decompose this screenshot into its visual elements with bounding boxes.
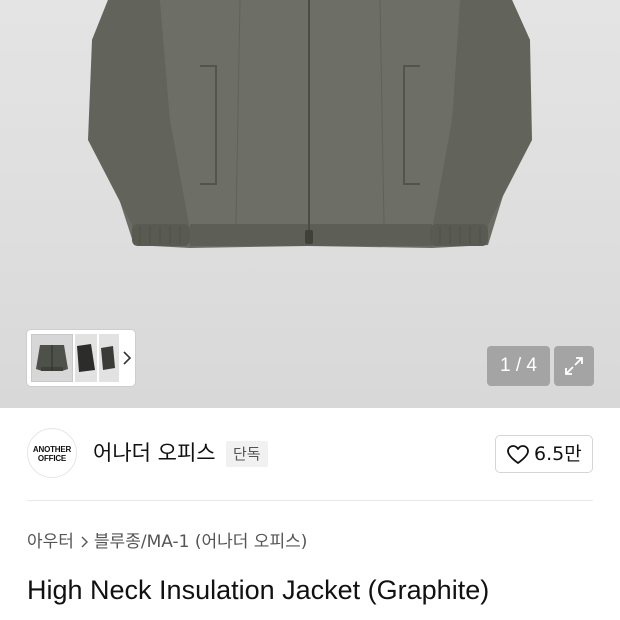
thumbnail-side[interactable] <box>99 334 119 382</box>
breadcrumb-separator <box>74 527 94 557</box>
thumbnail-dark[interactable] <box>75 334 97 382</box>
brand-name[interactable]: 어나더 오피스 <box>93 438 216 468</box>
thumbnail-front[interactable] <box>31 334 73 382</box>
exclusive-badge: 단독 <box>226 441 268 467</box>
breadcrumb: 아우터 블루종/MA-1 (어나더 오피스) <box>27 527 307 557</box>
brand-row: ANOTHER OFFICE 어나더 오피스 단독 6.5만 <box>0 408 620 500</box>
thumbnail-jacket-front <box>36 345 68 371</box>
chevron-right-icon[interactable] <box>121 348 133 368</box>
like-count: 6.5만 <box>534 443 582 465</box>
product-image[interactable]: 1 / 4 <box>0 0 620 408</box>
like-button[interactable]: 6.5만 <box>495 435 593 473</box>
thumbnail-jacket-dark <box>77 344 95 372</box>
heart-outline-icon <box>507 445 529 464</box>
breadcrumb-category[interactable]: 아우터 <box>27 527 74 557</box>
brand-logo-line2: OFFICE <box>37 454 67 463</box>
expand-button[interactable] <box>554 346 594 386</box>
thumbnail-jacket-side <box>101 346 115 370</box>
divider <box>27 500 593 501</box>
brand-logo[interactable]: ANOTHER OFFICE <box>27 428 77 478</box>
chevron-right-icon <box>81 536 88 548</box>
product-title: High Neck Insulation Jacket (Graphite) <box>27 575 490 605</box>
breadcrumb-subcategory[interactable]: 블루종/MA-1 (어나더 오피스) <box>94 527 307 557</box>
thumbnail-strip[interactable] <box>27 330 135 386</box>
brand-logo-line1: ANOTHER <box>32 445 72 454</box>
image-counter: 1 / 4 <box>487 346 550 386</box>
expand-arrows-icon <box>565 357 583 375</box>
